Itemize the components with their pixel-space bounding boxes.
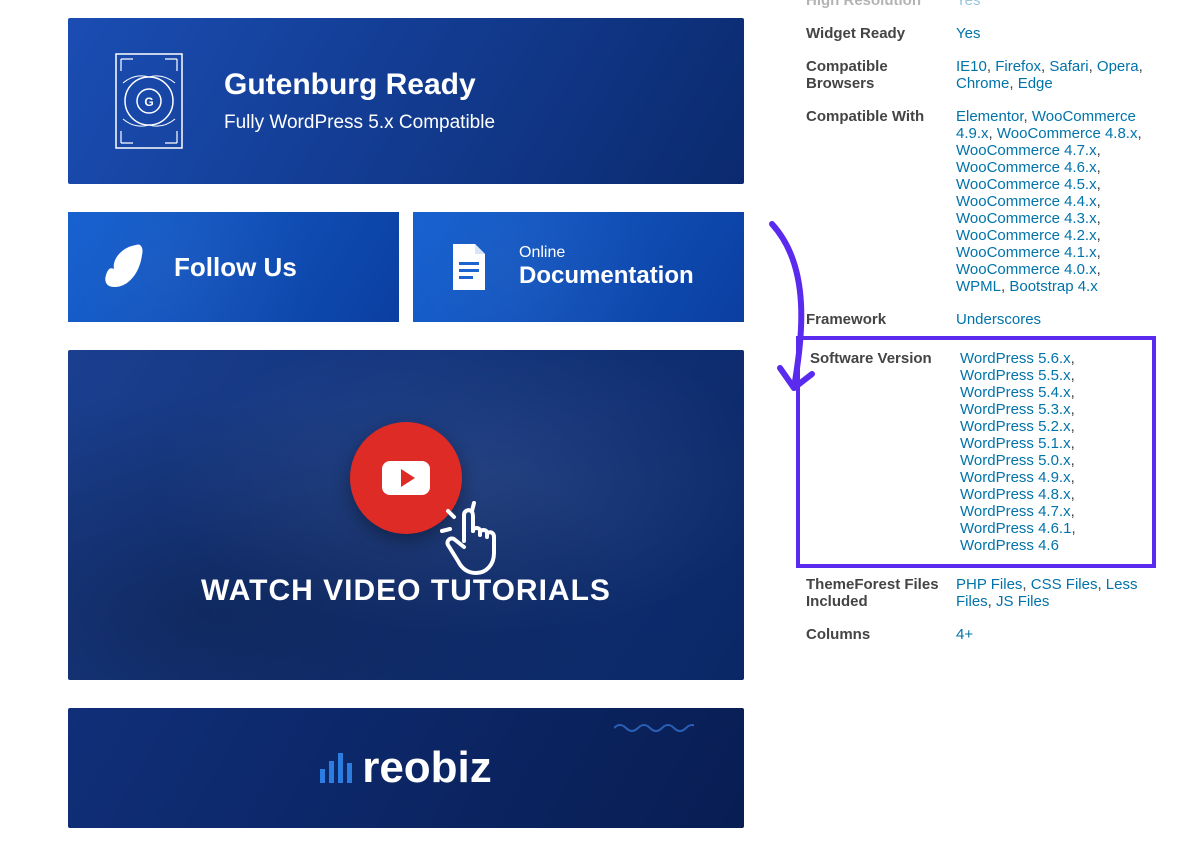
spec-link[interactable]: WooCommerce 4.4.x — [956, 193, 1097, 210]
gutenburg-banner[interactable]: G Gutenburg Ready Fully WordPress 5.x Co… — [68, 18, 744, 184]
spec-link[interactable]: WordPress 5.6.x — [960, 350, 1071, 367]
svg-text:G: G — [144, 95, 153, 109]
highlighted-software-version: Software Version WordPress 5.6.x, WordPr… — [796, 336, 1156, 568]
follow-us-banner[interactable]: Follow Us — [68, 212, 399, 322]
spec-link[interactable]: Yes — [956, 0, 980, 9]
spec-label: Software Version — [810, 350, 960, 367]
two-banners-row: Follow Us Online Documentation — [68, 212, 744, 322]
video-tutorials-banner[interactable]: WATCH VIDEO TUTORIALS — [68, 350, 744, 680]
reobiz-logo-banner[interactable]: reobiz — [68, 708, 744, 828]
spec-link[interactable]: WordPress 4.8.x — [960, 486, 1071, 503]
gutenburg-subtitle: Fully WordPress 5.x Compatible — [224, 112, 495, 134]
spec-label: Compatible Browsers — [806, 58, 956, 92]
spec-value-software: WordPress 5.6.x, WordPress 5.5.x, WordPr… — [960, 350, 1142, 554]
spec-link[interactable]: 4+ — [956, 626, 973, 643]
spec-link[interactable]: Bootstrap 4.x — [1009, 278, 1097, 295]
spec-row-compatible-with: Compatible With Elementor, WooCommerce 4… — [796, 100, 1156, 303]
spec-link[interactable]: WordPress 5.3.x — [960, 401, 1071, 418]
reobiz-logo-text: reobiz — [362, 743, 492, 793]
spec-link[interactable]: WooCommerce 4.2.x — [956, 227, 1097, 244]
spec-link[interactable]: CSS Files — [1031, 576, 1098, 593]
spec-link[interactable]: Underscores — [956, 311, 1041, 328]
documentation-banner[interactable]: Online Documentation — [413, 212, 744, 322]
wave-decoration-icon — [614, 722, 694, 734]
spec-row-tf-files: ThemeForest Files Included PHP Files, CS… — [796, 568, 1156, 618]
reobiz-logo: reobiz — [320, 743, 492, 793]
spec-row-browsers: Compatible Browsers IE10, Firefox, Safar… — [796, 50, 1156, 100]
spec-link[interactable]: JS Files — [996, 593, 1049, 610]
spec-link[interactable]: Elementor — [956, 108, 1024, 125]
spec-link[interactable]: WordPress 4.6 — [960, 537, 1059, 554]
spec-link[interactable]: WordPress 4.6.1 — [960, 520, 1071, 537]
spec-link[interactable]: WordPress 4.9.x — [960, 469, 1071, 486]
spec-link[interactable]: WordPress 5.4.x — [960, 384, 1071, 401]
spec-value-columns: 4+ — [956, 626, 1146, 643]
spec-value-compatible: Elementor, WooCommerce 4.9.x, WooCommerc… — [956, 108, 1146, 295]
spec-link[interactable]: Yes — [956, 25, 980, 42]
spec-row-widget-ready: Widget Ready Yes — [796, 17, 1156, 50]
docs-line1: Online — [519, 244, 694, 262]
spec-link[interactable]: IE10 — [956, 58, 987, 75]
spec-link[interactable]: Opera — [1097, 58, 1139, 75]
gutenburg-text: Gutenburg Ready Fully WordPress 5.x Comp… — [224, 68, 495, 134]
spec-row-high-resolution: High Resolution Yes — [796, 0, 1156, 17]
spec-row-framework: Framework Underscores — [796, 303, 1156, 336]
spec-link[interactable]: Firefox — [995, 58, 1041, 75]
spec-link[interactable]: WooCommerce 4.8.x — [997, 125, 1138, 142]
video-title: WATCH VIDEO TUTORIALS — [201, 574, 611, 608]
gutenburg-logo-icon: G — [114, 51, 184, 151]
spec-link[interactable]: WPML — [956, 278, 1001, 295]
spec-link[interactable]: Edge — [1018, 75, 1053, 92]
spec-label: Widget Ready — [806, 25, 956, 42]
spec-link[interactable]: WooCommerce 4.5.x — [956, 176, 1097, 193]
spec-row-software-version: Software Version WordPress 5.6.x, WordPr… — [800, 342, 1152, 562]
spec-link[interactable]: WordPress 5.2.x — [960, 418, 1071, 435]
bars-icon — [320, 753, 352, 783]
spec-link[interactable]: WooCommerce 4.7.x — [956, 142, 1097, 159]
spec-value-browsers: IE10, Firefox, Safari, Opera, Chrome, Ed… — [956, 58, 1146, 92]
spec-link[interactable]: WooCommerce 4.6.x — [956, 159, 1097, 176]
spec-link[interactable]: WooCommerce 4.0.x — [956, 261, 1097, 278]
spec-label: Framework — [806, 311, 956, 328]
spec-label: High Resolution — [806, 0, 956, 9]
promo-column: G Gutenburg Ready Fully WordPress 5.x Co… — [68, 18, 744, 856]
spec-link[interactable]: WooCommerce 4.3.x — [956, 210, 1097, 227]
spec-label: Columns — [806, 626, 956, 643]
envato-leaf-icon — [96, 239, 152, 295]
spec-table: High Resolution Yes Widget Ready Yes Com… — [796, 0, 1156, 651]
spec-link[interactable]: WordPress 5.0.x — [960, 452, 1071, 469]
spec-link[interactable]: WooCommerce 4.1.x — [956, 244, 1097, 261]
click-hand-icon — [434, 497, 524, 592]
spec-link[interactable]: Safari — [1049, 58, 1088, 75]
spec-value-tffiles: PHP Files, CSS Files, Less Files, JS Fil… — [956, 576, 1146, 610]
spec-link[interactable]: PHP Files — [956, 576, 1022, 593]
gutenburg-title: Gutenburg Ready — [224, 68, 495, 102]
spec-link[interactable]: WordPress 5.5.x — [960, 367, 1071, 384]
document-icon — [441, 239, 497, 295]
docs-line2: Documentation — [519, 262, 694, 290]
follow-us-label: Follow Us — [174, 252, 297, 283]
spec-label: Compatible With — [806, 108, 956, 125]
spec-label: ThemeForest Files Included — [806, 576, 956, 610]
spec-value-framework: Underscores — [956, 311, 1146, 328]
spec-link[interactable]: WordPress 5.1.x — [960, 435, 1071, 452]
spec-link[interactable]: WordPress 4.7.x — [960, 503, 1071, 520]
spec-row-columns: Columns 4+ — [796, 618, 1156, 651]
spec-link[interactable]: Chrome — [956, 75, 1009, 92]
